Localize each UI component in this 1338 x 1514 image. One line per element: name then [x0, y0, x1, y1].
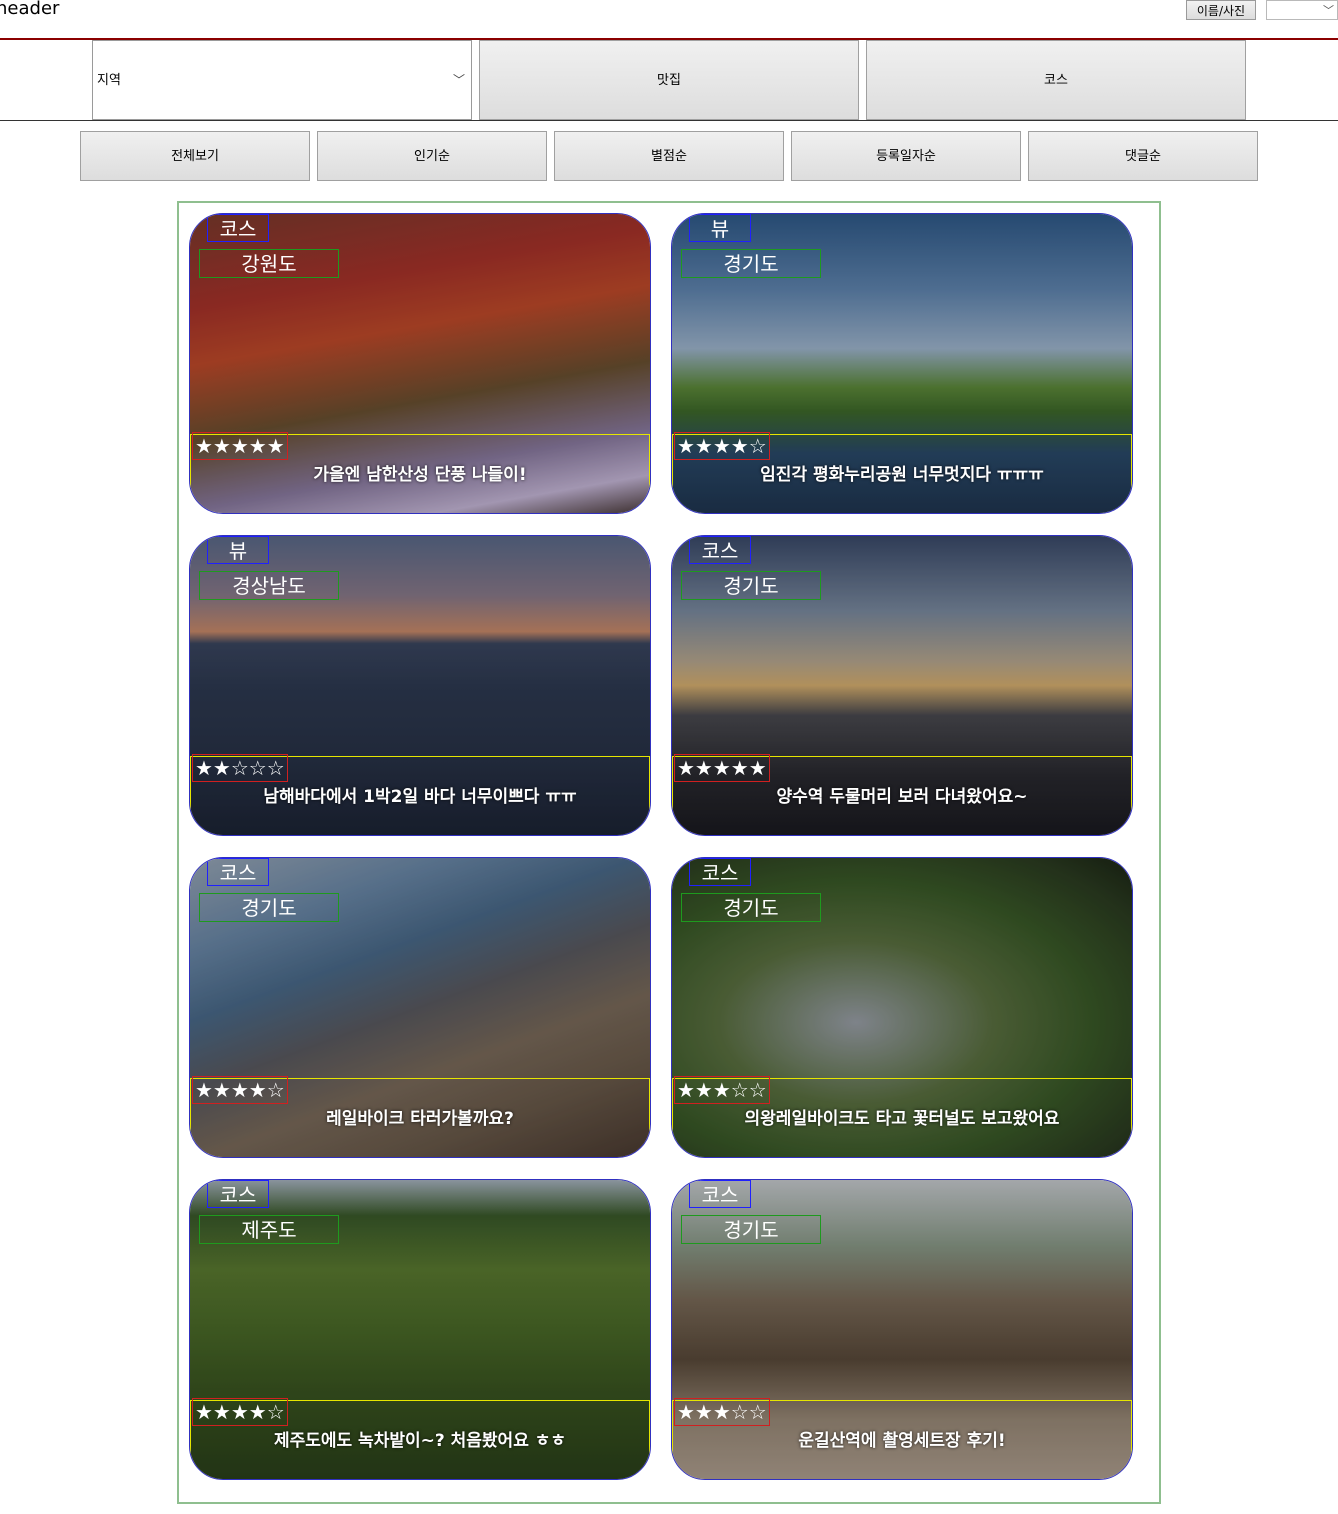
post-title: 가을엔 남한산성 단풍 나들이! [313, 465, 527, 485]
post-title: 제주도에도 녹차밭이~? 처음봤어요 ㅎㅎ [273, 1431, 567, 1451]
header-select[interactable]: ﹀ [1266, 0, 1338, 20]
star-rating: ★★★★☆ [192, 1398, 288, 1426]
region-tag: 경기도 [681, 249, 821, 278]
star-rating: ★★★☆☆ [674, 1076, 770, 1104]
post-title: 운길산역에 촬영세트장 후기! [798, 1431, 1006, 1451]
star-rating: ★★★★★ [674, 754, 770, 782]
post-card[interactable]: 코스 경기도 ★★★☆☆ 의왕레일바이크도 타고 꽃터널도 보고왔어요 [671, 857, 1133, 1158]
post-card[interactable]: 코스 경기도 ★★★★☆ 레일바이크 타러가볼까요? [189, 857, 651, 1158]
sort-all-button[interactable]: 전체보기 [80, 131, 310, 181]
post-card[interactable]: 뷰 경기도 ★★★★☆ 임진각 평화누리공원 너무멋지다 ㅠㅠㅠ [671, 213, 1133, 514]
post-card[interactable]: 뷰 경상남도 ★★☆☆☆ 남해바다에서 1박2일 바다 너무이쁘다 ㅠㅠ [189, 535, 651, 836]
post-card[interactable]: 코스 제주도 ★★★★☆ 제주도에도 녹차밭이~? 처음봤어요 ㅎㅎ [189, 1179, 651, 1480]
region-tag: 경기도 [681, 571, 821, 600]
post-type-tag: 코스 [689, 1180, 751, 1208]
sort-comments-button[interactable]: 댓글순 [1028, 131, 1258, 181]
star-rating: ★★★★☆ [192, 1076, 288, 1104]
post-title: 남해바다에서 1박2일 바다 너무이쁘다 ㅠㅠ [263, 787, 577, 807]
post-type-tag: 코스 [689, 536, 751, 564]
chevron-down-icon: ﹀ [1323, 4, 1334, 17]
star-rating: ★★☆☆☆ [192, 754, 288, 782]
filter-divider [0, 120, 1338, 121]
post-type-tag: 코스 [207, 858, 269, 886]
post-type-tag: 코스 [689, 858, 751, 886]
region-tag: 경기도 [199, 893, 339, 922]
post-type-tag: 뷰 [207, 536, 269, 564]
profile-button[interactable]: 이름/사진 [1186, 0, 1256, 20]
post-type-tag: 뷰 [689, 214, 751, 242]
region-tag: 강원도 [199, 249, 339, 278]
header-label: header [0, 0, 60, 19]
post-title: 임진각 평화누리공원 너무멋지다 ㅠㅠㅠ [760, 465, 1044, 485]
post-card[interactable]: 코스 경기도 ★★★★★ 양수역 두물머리 보러 다녀왔어요~ [671, 535, 1133, 836]
post-card[interactable]: 코스 강원도 ★★★★★ 가을엔 남한산성 단풍 나들이! [189, 213, 651, 514]
sort-date-button[interactable]: 등록일자순 [791, 131, 1021, 181]
sort-rating-button[interactable]: 별점순 [554, 131, 784, 181]
post-title: 의왕레일바이크도 타고 꽃터널도 보고왔어요 [744, 1109, 1060, 1129]
chevron-down-icon: ﹀ [452, 73, 465, 87]
post-title: 레일바이크 타러가볼까요? [326, 1109, 514, 1129]
post-title: 양수역 두물머리 보러 다녀왔어요~ [776, 787, 1028, 807]
star-rating: ★★★★★ [192, 432, 288, 460]
region-tag: 경기도 [681, 893, 821, 922]
star-rating: ★★★☆☆ [674, 1398, 770, 1426]
post-type-tag: 코스 [207, 214, 269, 242]
region-select[interactable]: 지역 ﹀ [92, 40, 472, 120]
course-button[interactable]: 코스 [866, 40, 1246, 120]
restaurants-button[interactable]: 맛집 [479, 40, 859, 120]
region-select-label: 지역 [97, 73, 121, 88]
region-tag: 경상남도 [199, 571, 339, 600]
region-tag: 경기도 [681, 1215, 821, 1244]
post-type-tag: 코스 [207, 1180, 269, 1208]
sort-popular-button[interactable]: 인기순 [317, 131, 547, 181]
star-rating: ★★★★☆ [674, 432, 770, 460]
region-tag: 제주도 [199, 1215, 339, 1244]
post-card[interactable]: 코스 경기도 ★★★☆☆ 운길산역에 촬영세트장 후기! [671, 1179, 1133, 1480]
